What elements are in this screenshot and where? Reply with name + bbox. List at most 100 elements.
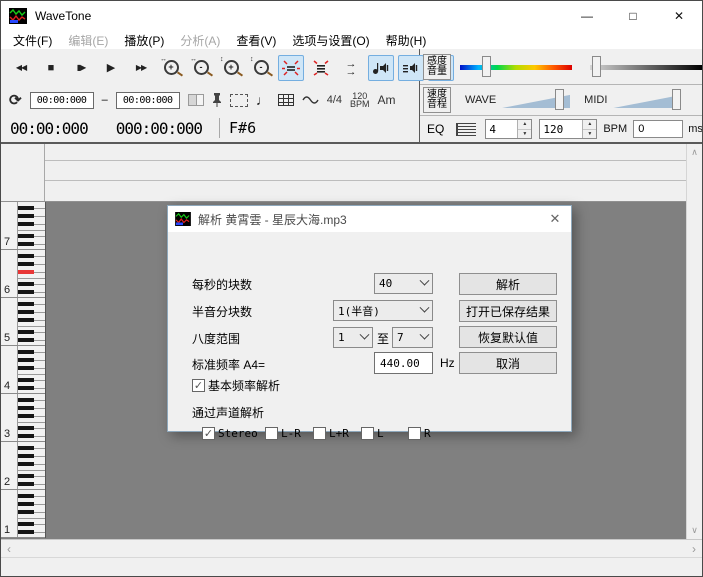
- rewind-button[interactable]: ◀◀: [8, 55, 34, 81]
- open-saved-button[interactable]: 打开已保存结果: [459, 300, 557, 322]
- grid-table-icon[interactable]: [278, 94, 294, 106]
- midi-volume-slider[interactable]: [613, 89, 681, 111]
- scroll-up-icon[interactable]: ∧: [687, 147, 702, 158]
- sensitivity-slider[interactable]: [460, 55, 572, 79]
- note-readout: F#6: [229, 119, 256, 137]
- dialog-title-bar: 解析 黄霄雲 - 星辰大海.mp3 ✕: [168, 206, 571, 232]
- fast-forward-button[interactable]: ▶▶: [128, 55, 154, 81]
- stop-icon: ■: [48, 62, 55, 74]
- analyze-button[interactable]: 解析: [459, 273, 557, 295]
- menu-options[interactable]: 选项与设置(O): [284, 32, 377, 49]
- quarter-note-icon[interactable]: ♩: [256, 92, 270, 108]
- piano-octave-6[interactable]: 6: [1, 250, 45, 298]
- piano-octave-4[interactable]: 4: [1, 346, 45, 394]
- tempo-spinner-value[interactable]: 120: [540, 120, 582, 138]
- scroll-right-icon[interactable]: ›: [692, 542, 696, 556]
- scroll-left-icon[interactable]: ‹: [7, 542, 11, 556]
- cancel-button[interactable]: 取消: [459, 352, 557, 374]
- menu-play[interactable]: 播放(P): [116, 32, 172, 49]
- note-highlight-off-button[interactable]: [308, 55, 334, 81]
- left-checkbox[interactable]: [361, 427, 374, 440]
- play-button[interactable]: ▶: [98, 55, 124, 81]
- eq-row: EQ 4 ▲ ▼ 120 ▲ ▼ BPM 0: [420, 116, 703, 142]
- piano-octave-2[interactable]: 2: [1, 442, 45, 490]
- vertical-arrow-icon: ↕: [220, 56, 224, 63]
- l-minus-r-checkbox[interactable]: [265, 427, 278, 440]
- maximize-button[interactable]: □: [610, 1, 656, 31]
- beats-value[interactable]: 4: [486, 120, 517, 138]
- loop-start-input[interactable]: 00:00:000: [30, 92, 94, 109]
- piano-octave-7[interactable]: 7: [1, 202, 45, 250]
- eq-label[interactable]: EQ: [423, 122, 448, 136]
- loop-end-input[interactable]: 00:00:000: [116, 92, 180, 109]
- piano-keyboard[interactable]: 7654321: [1, 202, 46, 538]
- octave-to-dropdown[interactable]: 7: [392, 327, 433, 348]
- piano-octave-3[interactable]: 3: [1, 394, 45, 442]
- beats-spinner[interactable]: 4 ▲ ▼: [485, 119, 532, 139]
- beats-down-icon[interactable]: ▼: [518, 130, 531, 139]
- menu-file[interactable]: 文件(F): [5, 32, 60, 49]
- restore-defaults-button[interactable]: 恢复默认值: [459, 326, 557, 348]
- row-divider: [44, 180, 687, 181]
- frequency-input[interactable]: 440.00: [374, 352, 433, 374]
- zoom-in-vertical-button[interactable]: ↕+: [218, 55, 244, 81]
- zoom-in-horizontal-button[interactable]: ↔+: [158, 55, 184, 81]
- blocks-per-second-dropdown[interactable]: 40: [374, 273, 433, 294]
- dialog-close-button[interactable]: ✕: [539, 206, 571, 232]
- channel-left-option: L: [361, 427, 384, 440]
- stop-button[interactable]: ■: [38, 55, 64, 81]
- dialog-title: 解析 黄霄雲 - 星辰大海.mp3: [198, 211, 347, 228]
- semitone-division-dropdown[interactable]: 1(半音): [333, 300, 433, 321]
- wave-output-button[interactable]: [368, 55, 394, 81]
- sensitivity-volume-label: 感度音量: [423, 54, 451, 80]
- l-plus-r-checkbox[interactable]: [313, 427, 326, 440]
- l-minus-r-label: L-R: [281, 427, 301, 440]
- octave-from-dropdown[interactable]: 1: [333, 327, 373, 348]
- menu-help[interactable]: 帮助(H): [378, 32, 435, 49]
- volume-slider-track[interactable]: [590, 65, 702, 70]
- piano-octave-5[interactable]: 5: [1, 298, 45, 346]
- hz-unit-label: Hz: [440, 356, 455, 370]
- minimize-button[interactable]: —: [564, 1, 610, 31]
- volume-slider[interactable]: [590, 55, 702, 79]
- midi-volume-wedge: [613, 94, 681, 108]
- pin-icon[interactable]: [212, 92, 222, 108]
- zoom-out-horizontal-button[interactable]: ↔-: [188, 55, 214, 81]
- volume-slider-handle[interactable]: [592, 56, 601, 77]
- wave-volume-handle[interactable]: [555, 89, 564, 110]
- close-button[interactable]: ✕: [656, 1, 702, 31]
- tempo-up-icon[interactable]: ▲: [583, 120, 596, 130]
- stereo-checkbox[interactable]: ✓: [202, 427, 215, 440]
- fundamental-checkbox[interactable]: ✓: [192, 379, 205, 392]
- midi-volume-handle[interactable]: [672, 89, 681, 110]
- zoom-out-vertical-button[interactable]: ↕-: [248, 55, 274, 81]
- octave-range-label: 八度范围: [192, 330, 240, 347]
- auto-scroll-button[interactable]: →→: [338, 55, 364, 81]
- tempo-display[interactable]: 120 BPM: [350, 92, 370, 108]
- row-divider: [44, 160, 687, 161]
- key-display[interactable]: Am: [378, 93, 396, 107]
- sensitivity-slider-track[interactable]: [460, 65, 572, 70]
- play-pause-button[interactable]: ▮▶: [68, 55, 94, 81]
- right-checkbox[interactable]: [408, 427, 421, 440]
- loop-icon[interactable]: ⟳: [9, 93, 22, 108]
- vertical-scrollbar[interactable]: ∧ ∨: [686, 144, 702, 539]
- wave-output-icon: [372, 61, 390, 75]
- sensitivity-slider-handle[interactable]: [482, 56, 491, 77]
- tempo-down-icon[interactable]: ▼: [583, 130, 596, 139]
- beats-up-icon[interactable]: ▲: [518, 120, 531, 130]
- time-signature[interactable]: 4/4: [327, 94, 342, 106]
- menu-view[interactable]: 查看(V): [228, 32, 284, 49]
- midi-output-icon: [402, 61, 420, 75]
- selection-rectangle-icon[interactable]: [230, 94, 248, 107]
- note-highlight-on-button[interactable]: [278, 55, 304, 81]
- piano-octave-1[interactable]: 1: [1, 490, 45, 538]
- offset-ms-input[interactable]: 0: [633, 120, 683, 138]
- rewind-icon: ◀◀: [16, 63, 26, 72]
- sine-wave-icon[interactable]: [302, 94, 319, 106]
- top-rows-strip[interactable]: [1, 144, 687, 202]
- wave-volume-slider[interactable]: [502, 89, 570, 111]
- horizontal-scrollbar[interactable]: ‹ ›: [1, 539, 702, 557]
- scroll-down-icon[interactable]: ∨: [687, 525, 702, 536]
- tempo-spinner[interactable]: 120 ▲ ▼: [539, 119, 597, 139]
